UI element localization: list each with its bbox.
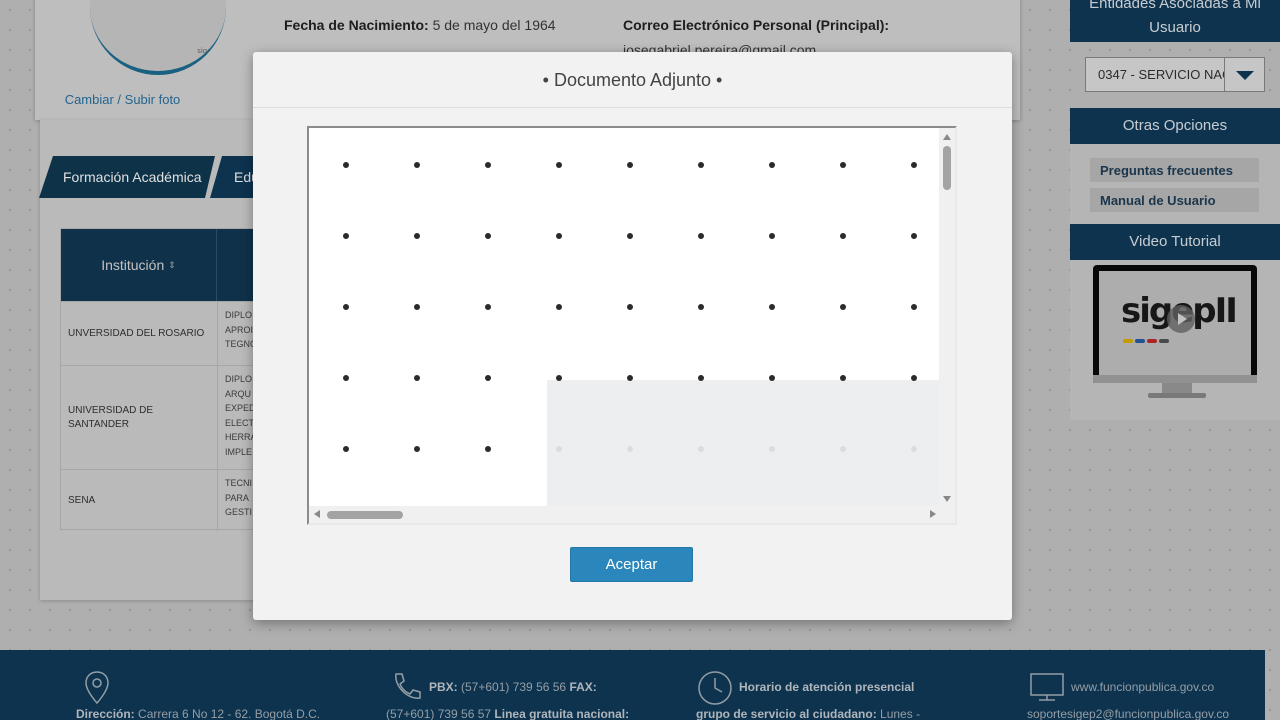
document-dot — [485, 304, 491, 310]
document-dot — [627, 304, 633, 310]
document-dot — [769, 162, 775, 168]
document-dot — [556, 304, 562, 310]
document-dot — [769, 304, 775, 310]
document-dot — [911, 162, 917, 168]
document-dot — [911, 446, 917, 452]
document-dot — [627, 446, 633, 452]
document-dot — [485, 162, 491, 168]
document-dot — [485, 233, 491, 239]
scroll-up-arrow-icon[interactable] — [943, 134, 951, 140]
document-dot — [414, 375, 420, 381]
document-dot — [769, 446, 775, 452]
document-dot — [698, 304, 704, 310]
document-dot — [627, 162, 633, 168]
document-dot — [485, 375, 491, 381]
vertical-scrollbar[interactable] — [939, 128, 955, 508]
document-viewer[interactable] — [307, 126, 957, 525]
scroll-right-arrow-icon[interactable] — [930, 510, 936, 518]
document-dot — [556, 162, 562, 168]
vertical-scroll-thumb[interactable] — [943, 146, 951, 190]
document-content — [309, 128, 941, 508]
document-dot — [556, 375, 562, 381]
horizontal-scrollbar[interactable] — [309, 506, 941, 523]
document-dot — [414, 304, 420, 310]
document-dot — [414, 162, 420, 168]
document-dot — [343, 304, 349, 310]
document-dot — [911, 233, 917, 239]
document-dot — [343, 162, 349, 168]
document-dot — [343, 446, 349, 452]
horizontal-scroll-thumb[interactable] — [327, 511, 403, 519]
document-dot — [414, 233, 420, 239]
document-dot — [627, 233, 633, 239]
scroll-left-arrow-icon[interactable] — [314, 510, 320, 518]
document-dot — [911, 304, 917, 310]
document-dot — [556, 233, 562, 239]
document-shaded-area — [547, 380, 941, 508]
document-dot — [698, 375, 704, 381]
modal-title: • Documento Adjunto • — [253, 52, 1012, 108]
document-dot — [769, 375, 775, 381]
document-dot — [698, 446, 704, 452]
document-dot — [627, 375, 633, 381]
document-dot — [840, 162, 846, 168]
document-dot — [414, 446, 420, 452]
document-dot — [840, 233, 846, 239]
scroll-down-arrow-icon[interactable] — [943, 496, 951, 502]
document-dot — [343, 233, 349, 239]
document-dot — [698, 233, 704, 239]
document-dot — [769, 233, 775, 239]
document-dot — [485, 446, 491, 452]
document-dot — [556, 446, 562, 452]
document-dot — [840, 375, 846, 381]
document-dot — [343, 375, 349, 381]
document-dot — [911, 375, 917, 381]
document-dot — [698, 162, 704, 168]
document-dot — [840, 446, 846, 452]
accept-button[interactable]: Aceptar — [570, 547, 693, 582]
document-dot — [840, 304, 846, 310]
attachment-modal: • Documento Adjunto • Aceptar — [253, 52, 1012, 620]
